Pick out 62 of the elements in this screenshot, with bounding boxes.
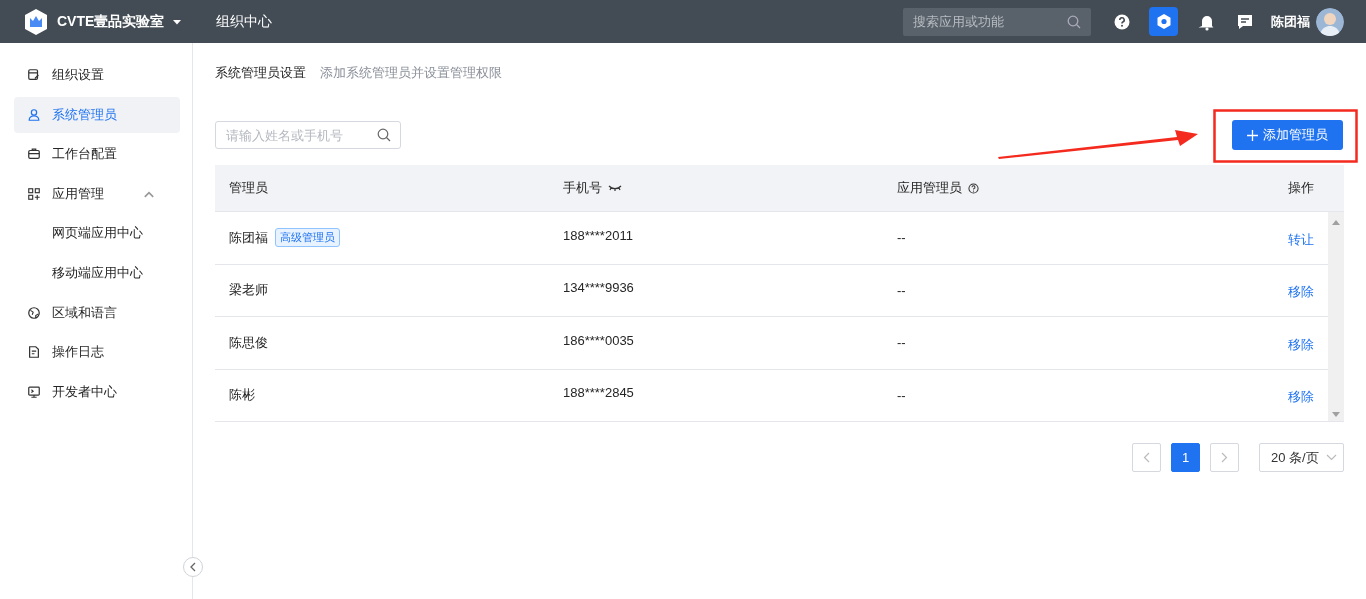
search-icon[interactable] xyxy=(377,128,391,142)
eye-closed-icon[interactable] xyxy=(608,184,622,192)
page-title: 系统管理员设置 xyxy=(215,64,306,82)
sidebar-item[interactable]: 区域和语言 xyxy=(14,294,180,331)
organization-name[interactable]: CVTE壹品实验室 xyxy=(57,12,165,31)
chevron-down-icon xyxy=(1326,454,1337,461)
column-header: 应用管理员 xyxy=(897,179,962,197)
message-icon[interactable] xyxy=(1236,12,1254,31)
sidebar-item[interactable]: 网页端应用中心 xyxy=(14,215,180,252)
chevron-left-icon xyxy=(1143,452,1150,463)
sidebar-item-icon xyxy=(27,345,41,360)
user-name[interactable]: 陈团福 xyxy=(1271,12,1310,31)
app-switcher-button[interactable] xyxy=(1149,7,1178,36)
sidebar-item-icon xyxy=(27,107,41,122)
sidebar-item[interactable]: 操作日志 xyxy=(14,334,180,371)
sidebar-item-icon xyxy=(27,147,41,162)
column-header: 操作 xyxy=(1288,179,1314,197)
sidebar-item[interactable]: 工作台配置 xyxy=(14,136,180,173)
role-tag: 高级管理员 xyxy=(275,228,340,248)
sidebar-item[interactable]: 移动端应用中心 xyxy=(14,254,180,291)
chevron-right-icon xyxy=(1221,452,1228,463)
nav-title[interactable]: 组织中心 xyxy=(216,12,273,31)
search-field[interactable]: 请输入姓名或手机号 xyxy=(215,121,401,149)
search-icon[interactable] xyxy=(1067,14,1081,29)
sidebar-item[interactable]: 系统管理员 xyxy=(14,96,180,133)
table-cell: 梁老师 xyxy=(229,281,268,300)
add-admin-button[interactable]: 添加管理员 xyxy=(1232,120,1343,150)
help-icon[interactable] xyxy=(968,182,979,194)
table-cell-text: 134****9936 xyxy=(563,280,635,296)
table-cell: 陈思俊 xyxy=(229,333,268,352)
hexagon-icon xyxy=(1155,13,1172,30)
page-button[interactable]: 1 xyxy=(1171,443,1200,472)
table-cell-text: -- xyxy=(897,335,907,351)
table-cell-text: 188****2011 xyxy=(563,227,634,243)
sidebar-item-icon xyxy=(27,384,41,399)
action-link[interactable]: 移除 xyxy=(1288,388,1314,407)
table-cell-text: 188****2845 xyxy=(563,385,635,401)
search-field[interactable]: 搜索应用或功能 xyxy=(903,7,1091,36)
table-cell-text: -- xyxy=(897,230,907,246)
action-link[interactable]: 移除 xyxy=(1288,335,1314,354)
column-header: 管理员 xyxy=(229,179,268,197)
sidebar-item[interactable]: 组织设置 xyxy=(14,57,180,93)
page-subtitle: 添加系统管理员并设置管理权限 xyxy=(320,65,502,82)
table-cell: 陈团福 xyxy=(229,228,268,247)
table-cell-text: -- xyxy=(897,387,907,403)
sidebar-item-icon xyxy=(27,68,41,82)
column-header: 手机号 xyxy=(563,179,602,197)
sidebar-item[interactable]: 开发者中心 xyxy=(14,373,180,410)
plus-icon xyxy=(1247,129,1258,141)
sidebar-item[interactable]: 应用管理 xyxy=(14,175,180,212)
help-icon[interactable] xyxy=(1113,12,1131,31)
avatar[interactable] xyxy=(1316,7,1344,36)
action-link[interactable]: 转让 xyxy=(1288,230,1314,249)
action-link[interactable]: 移除 xyxy=(1288,283,1314,302)
chevron-left-icon xyxy=(189,562,197,572)
sidebar-item-icon xyxy=(27,305,41,320)
table-cell-text: -- xyxy=(897,282,907,298)
table-cell-text: 186****0035 xyxy=(563,332,635,348)
sidebar-item-icon xyxy=(27,186,41,201)
logo-icon[interactable] xyxy=(23,7,49,36)
table-cell: 陈彬 xyxy=(229,386,255,405)
page-size-select[interactable]: 20 条/页 xyxy=(1259,443,1344,472)
